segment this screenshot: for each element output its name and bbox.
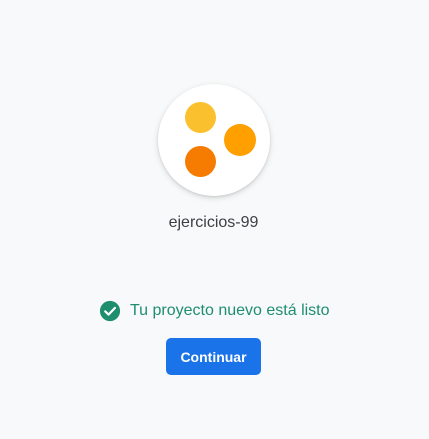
status-message: Tu proyecto nuevo está listo (99, 300, 330, 322)
check-circle-icon (99, 300, 121, 322)
project-logo (158, 84, 270, 196)
project-name: ejercicios-99 (168, 214, 259, 231)
logo-dot-yellow (185, 102, 216, 133)
status-text: Tu proyecto nuevo está listo (130, 302, 330, 319)
logo-dot-orange (185, 146, 216, 177)
project-ready-page: ejercicios-99 Tu proyecto nuevo está lis… (0, 0, 429, 439)
logo-dot-amber (224, 124, 256, 156)
continue-button[interactable]: Continuar (166, 338, 261, 375)
